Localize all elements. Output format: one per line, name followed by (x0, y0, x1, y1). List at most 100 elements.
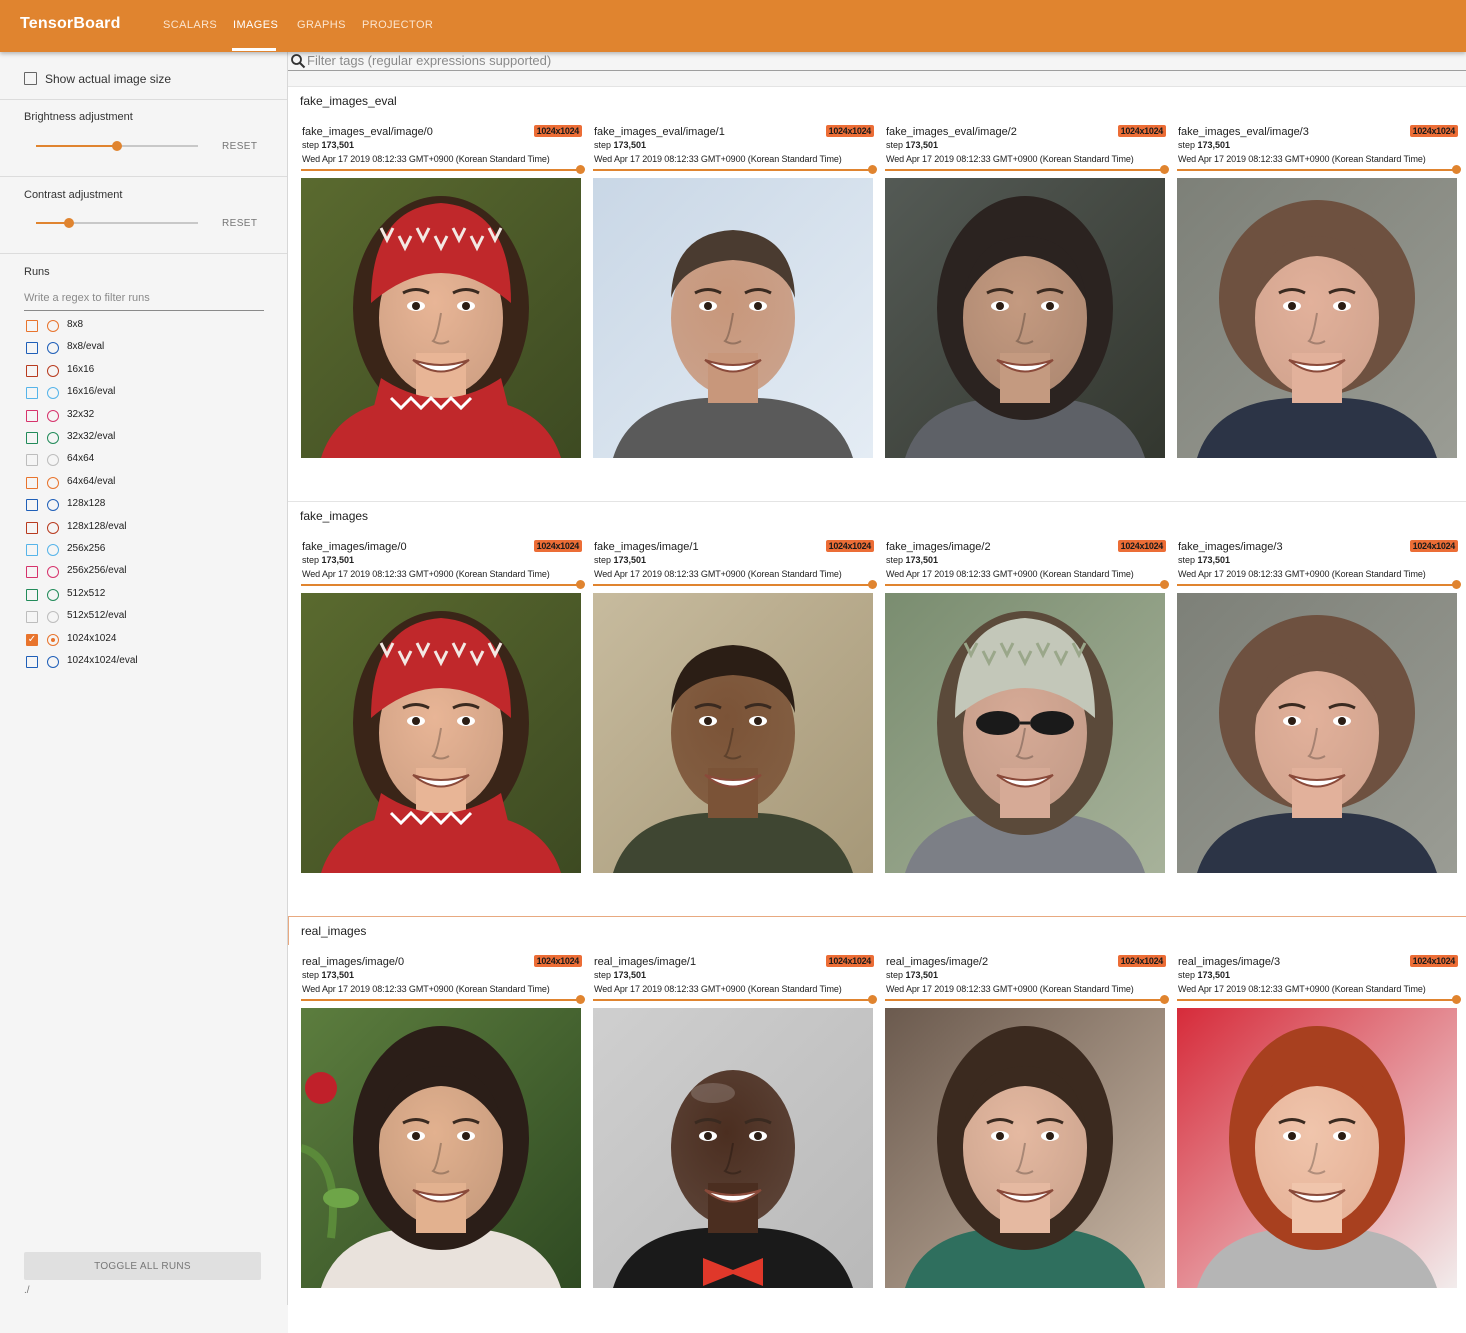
run-radio[interactable] (47, 320, 59, 332)
run-checkbox[interactable] (26, 521, 38, 534)
run-item[interactable]: 256x256/eval (26, 564, 266, 580)
run-radio[interactable] (47, 409, 59, 422)
run-item[interactable]: 16x16 (26, 363, 266, 379)
step-slider-thumb[interactable] (1452, 165, 1461, 174)
step-slider-thumb[interactable] (1160, 165, 1169, 174)
step-slider-thumb[interactable] (868, 165, 877, 174)
run-item[interactable]: 512x512/eval (26, 609, 266, 625)
step-slider[interactable] (885, 995, 1169, 1004)
contrast-reset-button[interactable]: RESET (222, 218, 257, 229)
run-radio[interactable] (47, 656, 59, 668)
run-item[interactable]: 256x256 (26, 542, 266, 558)
run-checkbox[interactable] (26, 588, 38, 601)
run-item[interactable]: 64x64 (26, 452, 266, 468)
run-item[interactable]: ✓ 1024x1024 (26, 632, 266, 648)
run-name: 256x256 (67, 543, 106, 554)
toggle-all-runs-button[interactable]: TOGGLE ALL RUNS (24, 1252, 261, 1280)
run-checkbox[interactable] (26, 387, 38, 400)
run-radio[interactable] (47, 566, 59, 579)
category-title: real_images (301, 924, 367, 938)
run-checkbox[interactable] (26, 454, 38, 467)
step-slider[interactable] (593, 165, 877, 174)
run-item[interactable]: 32x32/eval (26, 430, 266, 446)
run-item[interactable]: 32x32 (26, 408, 266, 424)
run-checkbox[interactable]: ✓ (26, 633, 38, 646)
run-radio[interactable] (47, 342, 59, 355)
tab-images[interactable]: IMAGES (233, 19, 278, 31)
tab-graphs[interactable]: GRAPHS (297, 19, 346, 31)
contrast-slider-thumb[interactable] (64, 218, 74, 228)
step-slider-thumb[interactable] (1160, 995, 1169, 1004)
run-checkbox[interactable] (26, 566, 38, 579)
image-card: real_images/image/2 1024x1024 step 173,5… (885, 955, 1169, 1296)
step-slider-thumb[interactable] (1452, 580, 1461, 589)
step-slider[interactable] (1177, 995, 1461, 1004)
step-slider[interactable] (301, 580, 585, 589)
step-line: step 173,501 (1178, 140, 1230, 150)
run-name: 16x16 (67, 363, 95, 375)
run-item[interactable]: 64x64/eval (26, 475, 266, 491)
run-checkbox[interactable] (26, 320, 38, 332)
brightness-reset-button[interactable]: RESET (222, 141, 257, 152)
step-slider[interactable] (301, 995, 585, 1004)
step-slider[interactable] (885, 165, 1169, 174)
runs-filter-input[interactable]: Write a regex to filter runs (24, 290, 264, 311)
run-radio[interactable] (47, 476, 59, 489)
face-portrait-woman-curly-hair (1177, 593, 1457, 873)
step-slider-thumb[interactable] (1452, 995, 1461, 1004)
run-checkbox[interactable] (26, 544, 38, 556)
tab-scalars[interactable]: SCALARS (163, 19, 217, 31)
step-slider-thumb[interactable] (576, 165, 585, 174)
tag-filter-input[interactable]: Filter tags (regular expressions support… (288, 52, 1466, 71)
run-checkbox[interactable] (26, 432, 38, 444)
run-radio[interactable] (47, 499, 59, 512)
category-header[interactable]: fake_images_eval (288, 86, 1466, 116)
step-slider-thumb[interactable] (868, 580, 877, 589)
tab-projector[interactable]: PROJECTOR (362, 19, 433, 31)
step-slider-thumb[interactable] (868, 995, 877, 1004)
image-card: fake_images/image/3 1024x1024 step 173,5… (1177, 540, 1461, 881)
run-radio[interactable] (47, 521, 59, 534)
show-actual-size-checkbox[interactable] (24, 72, 37, 85)
run-checkbox[interactable] (26, 611, 38, 624)
run-radio[interactable] (47, 387, 59, 400)
step-slider[interactable] (301, 165, 585, 174)
brightness-slider-fill (36, 145, 117, 147)
category-header[interactable]: real_images (288, 916, 1466, 946)
run-radio[interactable] (47, 454, 59, 467)
run-checkbox[interactable] (26, 476, 38, 489)
image-size-badge: 1024x1024 (825, 955, 874, 967)
step-slider[interactable] (1177, 165, 1461, 174)
run-radio[interactable] (47, 364, 59, 377)
run-item[interactable]: 512x512 (26, 587, 266, 603)
run-item[interactable]: 16x16/eval (26, 385, 266, 401)
brightness-slider-thumb[interactable] (112, 141, 122, 151)
step-slider[interactable] (1177, 580, 1461, 589)
run-item[interactable]: 8x8 (26, 318, 266, 334)
step-slider[interactable] (593, 580, 877, 589)
run-radio[interactable] (47, 544, 59, 556)
step-line: step 173,501 (1178, 555, 1230, 565)
step-slider[interactable] (593, 995, 877, 1004)
run-item[interactable]: 128x128 (26, 497, 266, 513)
category-header[interactable]: fake_images (288, 501, 1466, 531)
run-checkbox[interactable] (26, 409, 38, 422)
step-slider-thumb[interactable] (576, 580, 585, 589)
run-radio[interactable] (47, 633, 59, 646)
run-checkbox[interactable] (26, 364, 38, 377)
run-item[interactable]: 128x128/eval (26, 520, 266, 536)
run-checkbox[interactable] (26, 656, 38, 668)
wall-time: Wed Apr 17 2019 08:12:33 GMT+0900 (Korea… (886, 154, 1134, 164)
step-slider[interactable] (885, 580, 1169, 589)
run-item[interactable]: 1024x1024/eval (26, 654, 266, 670)
run-checkbox[interactable] (26, 499, 38, 512)
run-radio[interactable] (47, 432, 59, 444)
step-slider-thumb[interactable] (576, 995, 585, 1004)
run-radio[interactable] (47, 611, 59, 624)
contrast-label: Contrast adjustment (24, 189, 123, 201)
step-label: step (594, 140, 612, 150)
step-slider-thumb[interactable] (1160, 580, 1169, 589)
run-item[interactable]: 8x8/eval (26, 340, 266, 356)
run-radio[interactable] (47, 588, 59, 601)
run-checkbox[interactable] (26, 342, 38, 355)
